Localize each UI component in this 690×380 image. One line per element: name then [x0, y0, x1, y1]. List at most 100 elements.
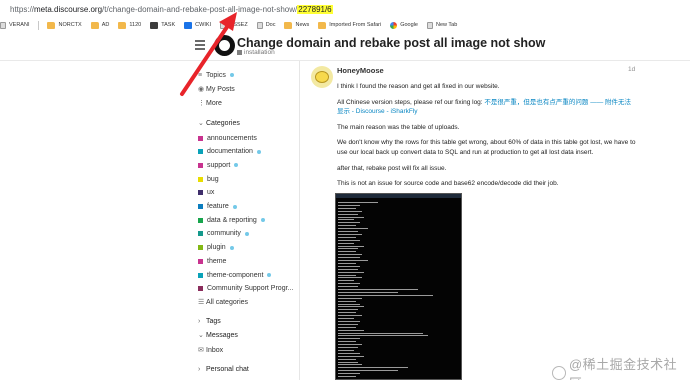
sidebar-category-item[interactable]: theme [193, 255, 226, 267]
sidebar-category-item[interactable]: documentation [193, 146, 261, 158]
personal-chat-section-header[interactable]: › Personal chat [193, 366, 249, 373]
sidebar-category-item[interactable]: announcements [193, 132, 257, 144]
terminal-text-line [338, 280, 354, 282]
terminal-text-line [338, 225, 356, 227]
hamburger-menu-icon[interactable] [195, 40, 205, 52]
post-body: I think I found the reason and get all f… [337, 82, 637, 195]
terminal-text-line [338, 262, 356, 264]
categories-section-header[interactable]: ⌄ Categories [193, 119, 240, 128]
bookmark-item[interactable]: VERANI [0, 21, 30, 29]
url-path: /t/change-domain-and-rebake-post-all-ima… [102, 5, 298, 14]
sidebar-category-item[interactable]: ☰ All categories [193, 296, 248, 308]
bookmark-label: News [295, 22, 310, 28]
address-bar[interactable]: https://meta.discourse.org/t/change-doma… [0, 0, 690, 19]
sidebar-category-label: community [207, 230, 241, 238]
site-logo[interactable] [214, 35, 235, 56]
bookmark-icon [150, 21, 159, 29]
bookmark-label: TASK [161, 22, 176, 28]
terminal-text-line [338, 376, 356, 377]
bookmark-item[interactable]: 1120 [118, 21, 142, 29]
sidebar-item-inbox[interactable]: ✉ Inbox [193, 344, 223, 356]
sidebar-category-item[interactable]: support [193, 159, 239, 171]
bookmark-item[interactable]: OSSEZ [220, 21, 248, 29]
all-categories-icon: ☰ [198, 299, 205, 307]
sidebar-item-my-posts[interactable]: ◉ My Posts [193, 83, 235, 95]
terminal-text-line [338, 358, 356, 360]
terminal-text-line [338, 373, 360, 375]
bookmark-label: 1120 [129, 22, 142, 28]
bookmark-icon [426, 21, 433, 29]
terminal-screenshot-image[interactable] [335, 193, 462, 380]
sidebar-category-item[interactable]: bug [193, 173, 219, 185]
bookmark-item[interactable]: Google [390, 21, 418, 29]
bookmark-item[interactable]: TASK [150, 21, 176, 29]
terminal-text-line [338, 251, 356, 253]
sidebar-category-label: support [207, 161, 231, 169]
terminal-text-line [338, 341, 356, 343]
folder-icon [47, 21, 56, 29]
bookmark-item[interactable]: Imported From Safari [318, 21, 382, 29]
chevron-right-icon: › [198, 318, 201, 326]
post-date[interactable]: 1d [628, 66, 635, 73]
terminal-text-line [338, 271, 364, 273]
bookmark-label: Imported From Safari [329, 22, 382, 28]
bookmark-item[interactable]: NORCTX [47, 21, 82, 29]
sidebar-category-item[interactable]: Community Support Progr... [193, 283, 293, 295]
terminal-text-line [338, 355, 364, 357]
post-paragraph: The main reason was the table of uploads… [337, 123, 460, 131]
terminal-text-line [338, 233, 362, 235]
category-color-swatch [198, 231, 203, 237]
terminal-text-line [338, 303, 360, 305]
terminal-titlebar [336, 194, 461, 198]
terminal-text-line [338, 239, 360, 241]
sidebar-category-item[interactable]: community [193, 228, 249, 240]
bookmark-label: CWIKI [195, 22, 212, 28]
more-icon: ⋮ [198, 100, 205, 107]
url-host: meta.discourse.org [34, 5, 103, 14]
terminal-text-line [338, 202, 378, 203]
category-color-swatch [198, 217, 203, 223]
bookmark-label: New Tab [435, 22, 458, 28]
chevron-icon: ⌄ [198, 120, 204, 127]
post-paragraph: We don't know why the rows for this tabl… [337, 139, 636, 156]
inbox-icon: ✉ [198, 347, 204, 355]
post-paragraph: after that, rebake post will fix all iss… [337, 164, 447, 172]
bookmarks-bar: VERANI NORCTX AD 1120 TASK CWIKI OSSEZ Doc News I… [0, 19, 690, 31]
sidebar-category-item[interactable]: feature [193, 201, 237, 213]
tags-section-header[interactable]: › Tags [193, 318, 221, 325]
terminal-text-line [338, 283, 360, 285]
unread-dot [232, 204, 237, 209]
terminal-text-line [338, 245, 364, 247]
post-author[interactable]: HoneyMoose [337, 66, 384, 75]
terminal-text-line [338, 274, 356, 276]
terminal-text-line [338, 318, 354, 319]
bookmark-label: NORCTX [58, 22, 82, 28]
terminal-text-line [338, 242, 354, 244]
bookmark-item[interactable]: New Tab [426, 21, 458, 29]
sidebar-item-more[interactable]: ⋮ More [193, 97, 222, 109]
bookmark-item[interactable]: AD [90, 21, 109, 29]
author-avatar[interactable] [311, 66, 333, 88]
messages-section-header[interactable]: ⌄ Messages [193, 331, 238, 340]
bookmark-item[interactable]: News [284, 21, 310, 29]
terminal-text-line [338, 254, 362, 256]
sidebar-category-label: theme [207, 257, 227, 265]
sidebar-category-label: announcements [207, 134, 257, 142]
sidebar-category-item[interactable]: ux [193, 187, 214, 199]
folder-icon [318, 21, 327, 29]
folder-icon [118, 21, 127, 29]
terminal-text-line [338, 257, 360, 259]
bookmark-item[interactable]: Doc [256, 21, 275, 29]
sidebar-category-item[interactable]: plugin [193, 242, 234, 254]
topic-title[interactable]: Change domain and rebake post all image … [237, 36, 545, 50]
sidebar-category-item[interactable]: theme-component [193, 269, 272, 281]
category-color-swatch [198, 135, 203, 141]
sidebar-category-item[interactable]: data & reporting [193, 214, 265, 226]
category-color-swatch [198, 204, 203, 209]
unread-dot [244, 231, 249, 236]
sidebar-item-topics[interactable]: ≡ Topics [193, 69, 234, 81]
bookmark-item[interactable]: CWIKI [184, 21, 212, 29]
terminal-text-line [338, 332, 423, 334]
topic-category-badge[interactable]: installation [237, 49, 275, 56]
bookmark-label: VERANI [9, 22, 30, 28]
